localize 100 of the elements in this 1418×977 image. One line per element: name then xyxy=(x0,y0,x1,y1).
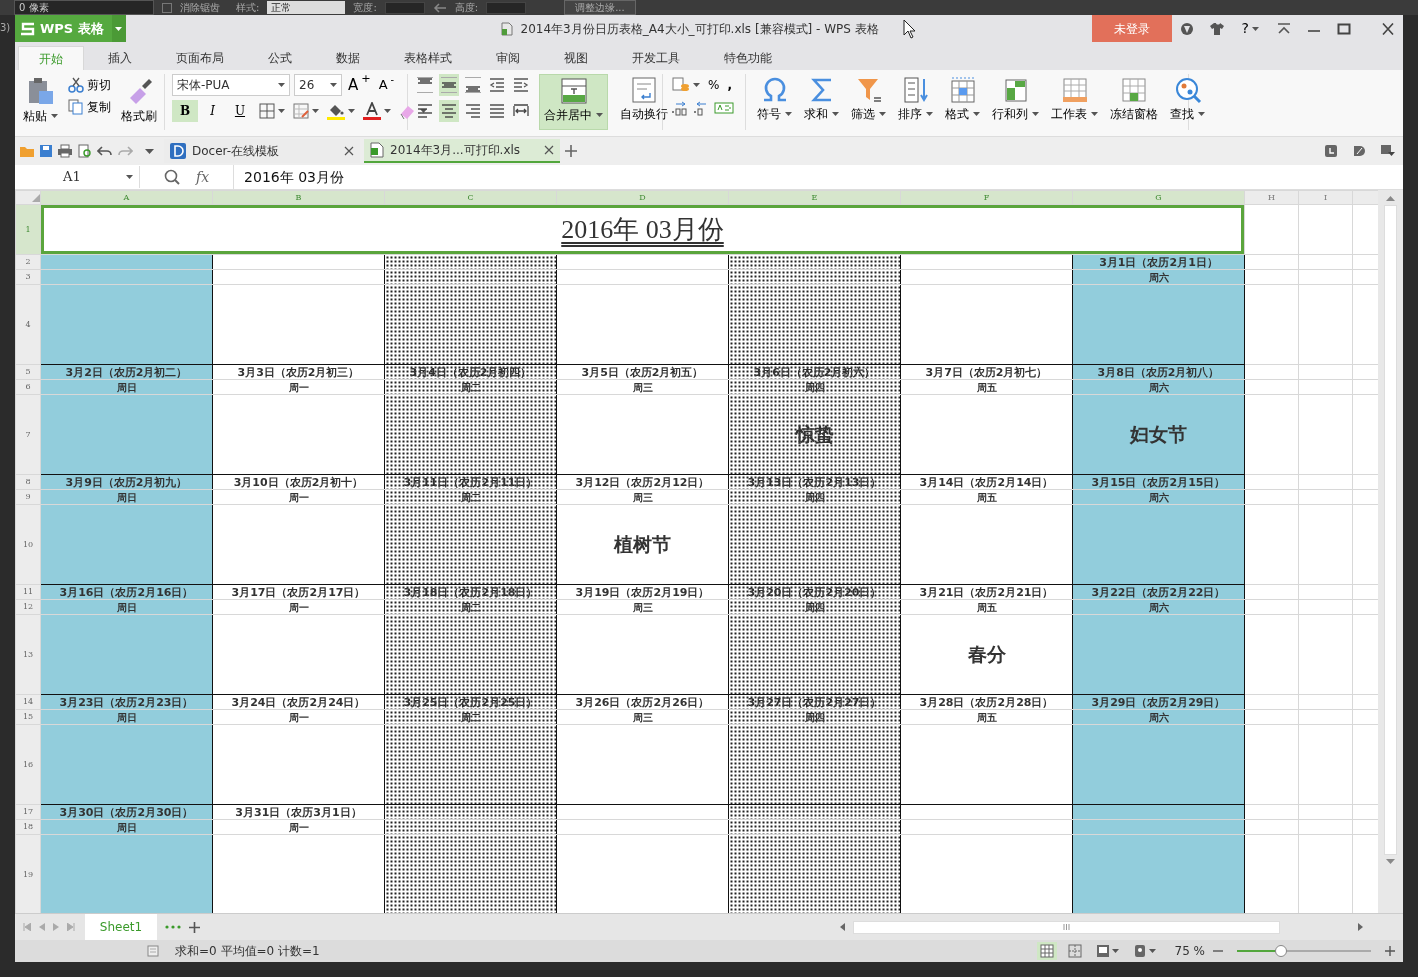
ribbon-tab[interactable]: 视图 xyxy=(544,46,608,70)
row-header[interactable]: 7 xyxy=(15,394,41,475)
merge-center-button[interactable]: 合并居中 xyxy=(539,74,608,130)
grow-font-button[interactable]: A$^{+}$ xyxy=(346,74,373,96)
function-button[interactable]: fx xyxy=(196,166,210,188)
comma-button[interactable]: , xyxy=(725,74,734,96)
close-icon[interactable] xyxy=(544,145,554,155)
underline-button[interactable]: U xyxy=(226,100,254,122)
caret-icon[interactable] xyxy=(1148,949,1156,953)
vertical-align-bottom-button[interactable] xyxy=(463,74,483,96)
undo-icon[interactable] xyxy=(97,144,113,158)
width-field[interactable] xyxy=(384,1,425,14)
column-header[interactable]: E xyxy=(728,190,901,205)
caret-icon[interactable] xyxy=(145,148,154,154)
caret-icon[interactable] xyxy=(126,175,133,179)
ribbon-tab[interactable]: 开发工具 xyxy=(612,46,700,70)
caret-icon[interactable] xyxy=(1032,112,1039,116)
caret-icon[interactable] xyxy=(785,112,792,116)
increase-decimal-icon[interactable] xyxy=(670,100,688,116)
column-header[interactable]: H xyxy=(1244,190,1299,205)
pixel-field[interactable]: 0 像素 xyxy=(14,0,154,15)
find-button[interactable]: 查找 xyxy=(1166,74,1209,130)
caret-icon[interactable] xyxy=(420,109,428,113)
row-header[interactable]: 19 xyxy=(15,834,41,913)
ribbon-tab[interactable]: 公式 xyxy=(248,46,312,70)
caret-icon[interactable] xyxy=(312,109,320,113)
caret-icon[interactable] xyxy=(1111,949,1119,953)
row-header[interactable]: 10 xyxy=(15,504,41,585)
caret-icon[interactable] xyxy=(832,112,839,116)
caret-icon[interactable] xyxy=(330,83,337,87)
maximize-icon[interactable] xyxy=(1337,22,1351,35)
add-tab-icon[interactable] xyxy=(564,144,578,158)
ribbon-tab[interactable]: 审阅 xyxy=(476,46,540,70)
caret-icon[interactable] xyxy=(973,112,980,116)
sort-button[interactable]: 排序 xyxy=(894,74,937,130)
caret-icon[interactable] xyxy=(384,109,392,113)
paste-button[interactable]: 粘贴 xyxy=(19,74,62,130)
vertical-align-middle-button[interactable] xyxy=(439,74,459,96)
row-header[interactable]: 1 xyxy=(15,204,41,255)
pen-icon[interactable] xyxy=(1353,145,1365,157)
rows-columns-button[interactable]: 行和列 xyxy=(988,74,1043,130)
caret-icon[interactable] xyxy=(1198,112,1205,116)
bold-button[interactable]: B xyxy=(172,100,199,122)
sum-button[interactable]: 求和 xyxy=(800,74,843,130)
row-header[interactable]: 4 xyxy=(15,284,41,365)
ribbon-tab[interactable]: 表格样式 xyxy=(384,46,472,70)
freeze-button[interactable]: 冻结窗格 xyxy=(1106,74,1162,130)
scrollbar-thumb[interactable] xyxy=(1384,205,1397,855)
menu-icon[interactable] xyxy=(1381,145,1395,157)
collapse-ribbon-icon[interactable] xyxy=(1277,22,1291,35)
caret-icon[interactable] xyxy=(926,112,933,116)
style-select[interactable]: 正常 xyxy=(267,1,346,14)
vertical-align-top-button[interactable] xyxy=(415,74,435,96)
column-header[interactable]: A xyxy=(40,190,213,205)
column-header[interactable]: D xyxy=(556,190,729,205)
align-center-button[interactable] xyxy=(439,100,459,122)
shirt-icon[interactable] xyxy=(1209,21,1224,36)
row-header[interactable]: 13 xyxy=(15,614,41,695)
shield-icon[interactable] xyxy=(1179,21,1194,36)
column-header[interactable]: I xyxy=(1298,190,1353,205)
italic-button[interactable]: I xyxy=(202,100,223,122)
ribbon-tab[interactable]: 开始 xyxy=(18,46,84,70)
caret-icon[interactable] xyxy=(596,113,603,117)
add-sheet-icon[interactable] xyxy=(189,921,200,933)
normal-view-button[interactable] xyxy=(1036,942,1057,960)
number-format-icon[interactable] xyxy=(714,101,734,115)
scroll-up-icon[interactable] xyxy=(1386,196,1395,201)
clock-icon[interactable] xyxy=(1325,145,1337,157)
checkbox[interactable] xyxy=(162,2,172,13)
print-preview-icon[interactable] xyxy=(77,144,93,158)
slider-thumb[interactable] xyxy=(1275,945,1288,957)
ribbon-tab[interactable]: 插入 xyxy=(88,46,152,70)
scroll-left-icon[interactable] xyxy=(840,923,845,931)
font-color-button[interactable] xyxy=(361,100,394,122)
zoom-in-icon[interactable] xyxy=(1385,946,1395,956)
filter-button[interactable]: 筛选 xyxy=(847,74,890,130)
close-icon[interactable] xyxy=(1381,22,1395,35)
ribbon-tab[interactable]: 数据 xyxy=(316,46,380,70)
row-header[interactable]: 16 xyxy=(15,724,41,805)
scroll-down-icon[interactable] xyxy=(1386,859,1395,864)
ribbon-tab[interactable]: 特色功能 xyxy=(704,46,792,70)
wrap-text-button[interactable]: 自动换行 xyxy=(616,74,672,130)
caret-icon[interactable] xyxy=(879,112,886,116)
column-header[interactable]: B xyxy=(212,190,385,205)
caret-icon[interactable] xyxy=(1252,26,1259,31)
print-icon[interactable] xyxy=(57,144,73,158)
refine-edge-button[interactable]: 调整边缘... xyxy=(564,0,636,15)
sheet-tab[interactable]: Sheet1 xyxy=(85,914,157,940)
column-header[interactable]: C xyxy=(384,190,557,205)
name-box[interactable]: A1 xyxy=(15,166,140,188)
ribbon-tab[interactable]: 页面布局 xyxy=(156,46,244,70)
scroll-right-icon[interactable] xyxy=(1358,923,1363,931)
symbol-button[interactable]: 符号 xyxy=(753,74,796,130)
format-button[interactable]: 格式 xyxy=(941,74,984,130)
column-header[interactable]: G xyxy=(1072,190,1245,205)
caret-icon[interactable] xyxy=(1091,112,1098,116)
borders-button[interactable] xyxy=(257,100,288,122)
help-button[interactable]: ? xyxy=(1239,17,1261,40)
height-field[interactable] xyxy=(486,1,527,14)
caret-icon[interactable] xyxy=(278,83,285,87)
